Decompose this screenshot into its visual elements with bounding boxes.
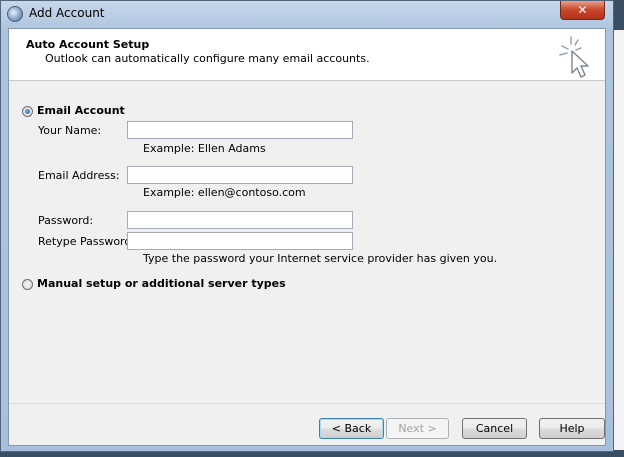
close-button[interactable]: ✕ (560, 1, 605, 20)
password-input[interactable] (127, 211, 353, 229)
manual-setup-radio[interactable] (22, 279, 33, 290)
retype-password-label: Retype Password: (38, 235, 136, 248)
outlook-app-icon (7, 6, 23, 22)
email-address-input[interactable] (127, 166, 353, 184)
footer-divider (9, 403, 605, 404)
email-address-hint: Example: ellen@contoso.com (143, 186, 306, 199)
back-button[interactable]: < Back (319, 418, 384, 439)
window-title: Add Account (29, 6, 105, 20)
background-window-strip (614, 30, 624, 450)
wizard-header: Auto Account Setup Outlook can automatic… (9, 29, 605, 81)
password-label: Password: (38, 214, 94, 227)
your-name-label: Your Name: (38, 124, 102, 137)
wizard-sparkle-cursor-icon (559, 36, 589, 78)
add-account-dialog: Add Account ✕ Auto Account Setup Outlook… (0, 0, 614, 452)
next-button[interactable]: Next > (386, 418, 449, 439)
password-hint: Type the password your Internet service … (143, 252, 498, 265)
cancel-button[interactable]: Cancel (462, 418, 527, 439)
title-bar[interactable]: Add Account ✕ (1, 1, 613, 27)
email-account-radio[interactable] (22, 106, 33, 117)
your-name-hint: Example: Ellen Adams (143, 142, 266, 155)
manual-setup-label[interactable]: Manual setup or additional server types (37, 277, 286, 290)
email-address-label: Email Address: (38, 169, 120, 182)
header-title: Auto Account Setup (26, 38, 150, 51)
dialog-client-area: Auto Account Setup Outlook can automatic… (8, 28, 606, 446)
help-button[interactable]: Help (539, 418, 605, 439)
your-name-input[interactable] (127, 121, 353, 139)
email-account-label[interactable]: Email Account (37, 104, 125, 117)
header-subtitle: Outlook can automatically configure many… (45, 52, 370, 65)
retype-password-input[interactable] (127, 232, 353, 250)
